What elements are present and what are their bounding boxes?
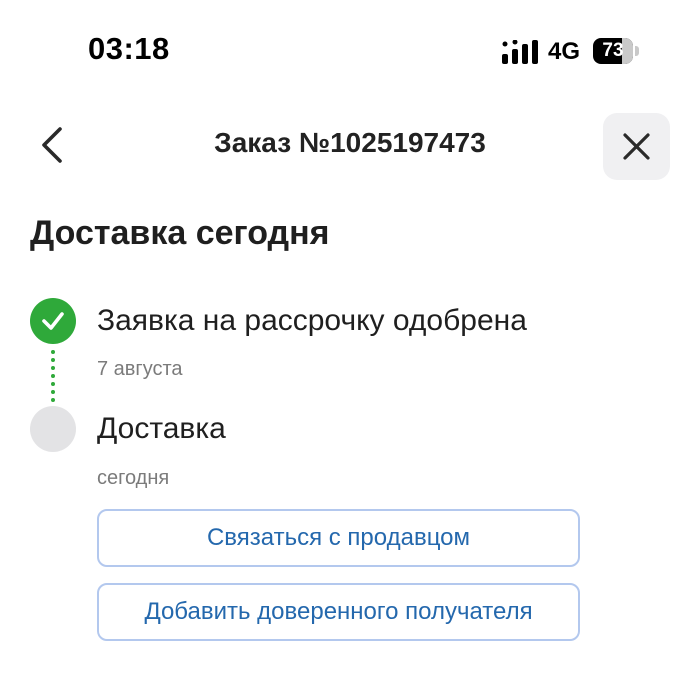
step-completed-icon xyxy=(30,298,76,344)
step-date-installment-approved: 7 августа xyxy=(97,358,183,380)
add-trusted-recipient-button[interactable]: Добавить доверенного получателя xyxy=(97,583,580,641)
battery-level: 73 xyxy=(602,40,624,61)
step-title-delivery: Доставка xyxy=(97,412,226,445)
contact-seller-button[interactable]: Связаться с продавцом xyxy=(97,509,580,567)
step-date-delivery: сегодня xyxy=(97,467,170,489)
battery-icon: 73 xyxy=(593,38,633,64)
checkmark-icon xyxy=(42,312,64,330)
step-title-installment-approved: Заявка на рассрочку одобрена xyxy=(97,304,527,337)
step-pending-icon xyxy=(30,406,76,452)
timeline-connector xyxy=(51,350,55,402)
